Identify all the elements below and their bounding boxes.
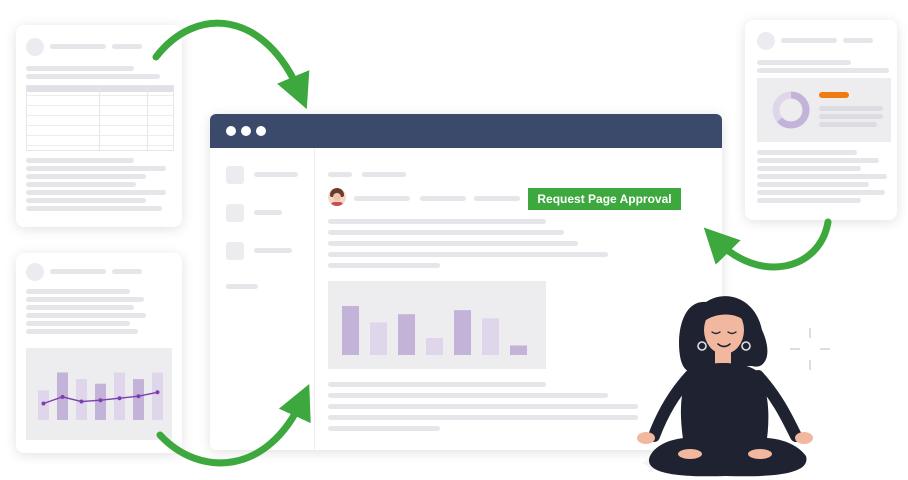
meditating-woman-illustration	[637, 296, 830, 477]
sparkle-icon	[790, 328, 830, 370]
